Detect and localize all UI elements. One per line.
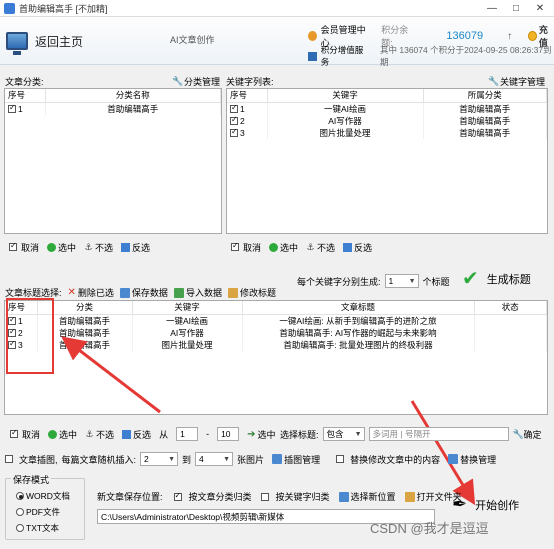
save-mode-label: PDF文件	[26, 507, 61, 517]
select-title-label: 选择标题:	[280, 429, 319, 440]
options-row: 文章插图, 每篇文章随机插入: 2 ▼ 到 4 ▼ 张图片 插图管理 替换修改文章中…	[5, 452, 496, 466]
replace-icon	[448, 454, 459, 464]
choose-location-button[interactable]: 选择新位置	[338, 490, 396, 503]
radio-icon	[16, 492, 24, 500]
range-select-button[interactable]: ➔ 选中	[247, 428, 275, 441]
unselect-label: 不选	[96, 429, 115, 440]
choose-location-label: 选择新位置	[350, 492, 396, 502]
save-mode-txt[interactable]: TXT文本	[16, 522, 59, 534]
save-location-row: 新文章保存位置: 按文章分类归类 按关键字归类 选择新位置 打开文件夹	[97, 490, 462, 503]
to-label: 到	[182, 454, 192, 465]
replace-content-label: 替换修改文章中的内容	[350, 454, 441, 465]
range-dash: -	[206, 429, 210, 439]
folder-icon	[404, 491, 415, 502]
wrench-icon: 🔧	[512, 428, 524, 439]
anchor-icon: ⚓	[85, 428, 94, 439]
image-icon	[272, 454, 283, 464]
location-icon	[338, 491, 349, 502]
insert-image-label: 文章插图,	[19, 454, 58, 465]
green-dot-icon	[48, 429, 58, 439]
range-to-input[interactable]: 10	[217, 427, 240, 441]
save-mode-label: WORD文档	[26, 491, 70, 501]
radio-icon	[16, 508, 24, 516]
image-manage-button[interactable]: 插图管理	[272, 453, 320, 466]
chevron-down-icon: ▼	[354, 430, 362, 438]
checkbox-icon	[10, 428, 18, 438]
pen-icon: ✒	[452, 494, 468, 514]
random-to-select[interactable]: 4 ▼	[195, 452, 234, 466]
random-from-select[interactable]: 2 ▼	[140, 452, 179, 466]
save-mode-label: TXT文本	[26, 523, 60, 533]
from-label: 从	[159, 429, 169, 440]
invert-button[interactable]: 反选	[122, 428, 151, 441]
replace-manage-button[interactable]: 替换管理	[448, 453, 496, 466]
confirm-label: 确定	[523, 429, 542, 440]
replace-content-checkbox[interactable]	[336, 455, 345, 463]
invert-label: 反选	[133, 429, 152, 440]
start-label: 开始创作	[475, 499, 520, 512]
cancel-label: 取消	[22, 429, 41, 440]
swap-icon	[122, 429, 132, 439]
save-mode-word[interactable]: WORD文档	[16, 490, 70, 502]
by-category-checkbox[interactable]	[173, 491, 182, 501]
save-location-label: 新文章保存位置:	[97, 492, 163, 502]
by-keyword-checkbox[interactable]	[260, 492, 269, 501]
by-category-label: 按文章分类归类	[188, 492, 252, 502]
range-from-input[interactable]: 1	[176, 427, 199, 441]
image-manage-label: 插图管理	[284, 454, 321, 465]
contains-value: 包含	[326, 429, 344, 439]
select-label: 选中	[59, 429, 78, 440]
chevron-down-icon: ▼	[168, 455, 176, 463]
save-mode-group: 保存模式 WORD文档 PDF文件 TXT文本	[5, 473, 85, 540]
arrow-right-icon: ➔	[247, 428, 256, 440]
chevron-down-icon: ▼	[223, 455, 231, 463]
unselect-button[interactable]: ⚓ 不选	[85, 428, 114, 441]
title-filter: 选择标题: 包含 ▼ 多词用 | 号隔开 🔧 确定	[280, 427, 542, 441]
watermark: CSDN @我才是逗逗	[370, 521, 489, 536]
random-insert-label: 每篇文章随机插入:	[61, 454, 137, 465]
filter-input[interactable]: 多词用 | 号隔开	[368, 427, 509, 441]
title-actions: 取消 选中 ⚓不选 反选 从 1 - 10 ➔选中	[10, 427, 275, 441]
by-keyword-label: 按关键字归类	[275, 492, 330, 502]
confirm-button[interactable]: 🔧 确定	[513, 428, 542, 441]
insert-image-checkbox[interactable]	[5, 455, 13, 463]
cancel-button[interactable]: 取消	[10, 428, 40, 441]
random-from-value: 2	[144, 454, 149, 464]
images-unit-label: 张图片	[237, 454, 265, 465]
save-mode-legend: 保存模式	[11, 473, 52, 486]
random-to-value: 4	[199, 454, 204, 464]
radio-icon	[16, 524, 24, 532]
save-mode-pdf[interactable]: PDF文件	[16, 506, 60, 518]
annotation-arrows	[61, 336, 476, 506]
contains-select[interactable]: 包含 ▼	[322, 427, 365, 441]
replace-manage-label: 替换管理	[460, 454, 497, 465]
start-create-button[interactable]: ✒ 开始创作	[452, 494, 519, 515]
select-button[interactable]: 选中	[48, 428, 77, 441]
range-select-label: 选中	[257, 429, 276, 440]
